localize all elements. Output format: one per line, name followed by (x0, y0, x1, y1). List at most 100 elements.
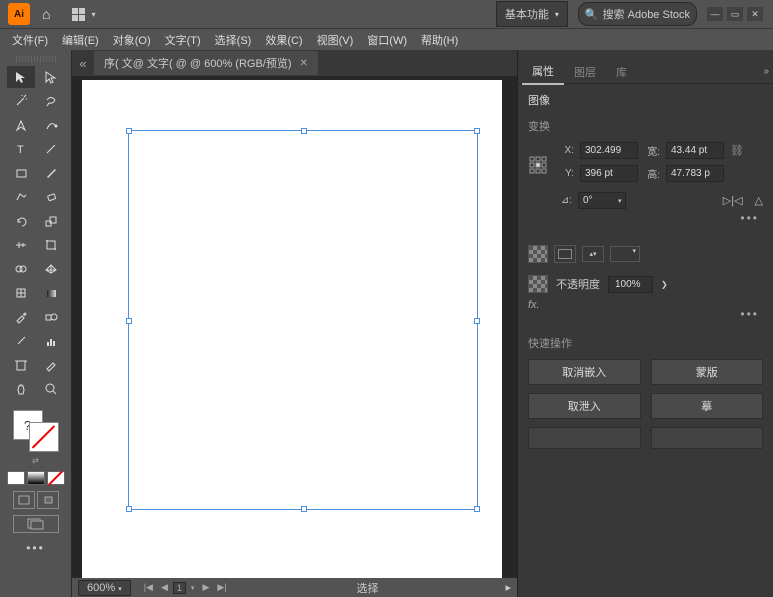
draw-normal-icon[interactable] (13, 491, 35, 509)
scale-tool[interactable] (37, 210, 65, 232)
link-icon[interactable]: ⛓ (730, 144, 744, 157)
home-icon[interactable]: ⌂ (42, 6, 50, 22)
swatch-none[interactable] (47, 471, 65, 485)
perspective-tool[interactable] (37, 258, 65, 280)
blend-tool[interactable] (37, 306, 65, 328)
fill-swatch[interactable] (528, 245, 548, 263)
reference-point-icon[interactable] (528, 155, 548, 175)
stroke-swatch[interactable] (554, 245, 576, 263)
rotate-tool[interactable] (7, 210, 35, 232)
swap-colors-icon[interactable]: ⇄ (32, 456, 39, 465)
qbtn6[interactable] (651, 427, 764, 449)
maximize-button[interactable]: ▭ (727, 7, 743, 21)
x-input[interactable] (580, 142, 638, 159)
next-icon[interactable]: ▶ (199, 582, 212, 593)
draw-behind-icon[interactable] (37, 491, 59, 509)
qbtn5[interactable] (528, 427, 641, 449)
flip-h-icon[interactable]: ▷|◁ (723, 194, 743, 207)
mesh-tool[interactable] (7, 282, 35, 304)
menu-help[interactable]: 帮助(H) (415, 30, 464, 50)
stroke-weight-stepper[interactable]: ▴▾ (582, 246, 604, 262)
last-icon[interactable]: ▶| (214, 582, 229, 593)
close-tab-icon[interactable]: ✕ (300, 58, 308, 69)
minimize-button[interactable]: — (707, 7, 723, 21)
zoom-tool[interactable] (37, 378, 65, 400)
artboard-number[interactable]: 1 (173, 582, 186, 594)
artboard-nav[interactable]: |◀ ◀ 1 ▾ ▶ ▶| (141, 582, 230, 594)
curvature-tool[interactable] (37, 114, 65, 136)
rectangle-tool[interactable] (7, 162, 35, 184)
flip-v-icon[interactable]: △ (755, 194, 763, 207)
status-menu-icon[interactable]: ▸ (505, 581, 511, 594)
direct-selection-tool[interactable] (37, 66, 65, 88)
slice-tool[interactable] (37, 354, 65, 376)
type-tool[interactable]: T (7, 138, 35, 160)
selection-box[interactable] (128, 130, 478, 510)
transform-section: 变换 X: 宽: ⛓ Y: 高 (528, 118, 763, 225)
symbol-sprayer-tool[interactable] (7, 330, 35, 352)
app-logo: Ai (8, 3, 30, 25)
search-stock[interactable]: 🔍 搜索 Adobe Stock (578, 2, 697, 26)
swatch-color[interactable] (7, 471, 25, 485)
lasso-tool[interactable] (37, 90, 65, 112)
menu-window[interactable]: 窗口(W) (361, 30, 413, 50)
stroke-style-select[interactable]: ▾ (610, 246, 640, 262)
menu-edit[interactable]: 编辑(E) (56, 30, 105, 50)
menu-type[interactable]: 文字(T) (159, 30, 207, 50)
stroke-color[interactable] (29, 422, 59, 452)
eyedropper-tool[interactable] (7, 306, 35, 328)
menu-effect[interactable]: 效果(C) (259, 30, 308, 50)
expand-panel-icon[interactable]: » (763, 66, 769, 77)
zoom-level[interactable]: 600% ▾ (78, 580, 131, 596)
pen-tool[interactable] (7, 114, 35, 136)
gradient-tool[interactable] (37, 282, 65, 304)
shaper-tool[interactable] (7, 186, 35, 208)
screen-mode-icon[interactable] (13, 515, 59, 533)
tab-layers[interactable]: 图层 (564, 60, 606, 84)
tools-options-icon[interactable]: ••• (26, 541, 45, 555)
height-input[interactable] (666, 165, 724, 182)
artboard-tool[interactable] (7, 354, 35, 376)
menu-select[interactable]: 选择(S) (209, 30, 258, 50)
menu-view[interactable]: 视图(V) (311, 30, 360, 50)
workspace-switcher[interactable]: 基本功能▾ (496, 1, 568, 27)
collapse-tools-icon[interactable]: « (72, 56, 94, 71)
column-graph-tool[interactable] (37, 330, 65, 352)
appearance-section: ▴▾ ▾ 不透明度 ❯ fx. ••• (528, 239, 763, 321)
opacity-swatch[interactable] (528, 275, 548, 293)
y-input[interactable] (580, 165, 638, 182)
free-transform-tool[interactable] (37, 234, 65, 256)
fill-stroke-colors[interactable]: ? (11, 408, 61, 454)
mask-button[interactable]: 蒙版 (651, 359, 764, 385)
qbtn4[interactable]: 摹 (651, 393, 764, 419)
selection-tool[interactable] (7, 66, 35, 88)
line-tool[interactable] (37, 138, 65, 160)
qbtn3[interactable]: 取泄入 (528, 393, 641, 419)
unembed-button[interactable]: 取消嵌入 (528, 359, 641, 385)
paintbrush-tool[interactable] (37, 162, 65, 184)
close-button[interactable]: ✕ (747, 7, 763, 21)
shape-builder-tool[interactable] (7, 258, 35, 280)
width-input[interactable] (666, 142, 724, 159)
menu-object[interactable]: 对象(O) (107, 30, 157, 50)
tab-libraries[interactable]: 库 (606, 60, 637, 84)
swatch-gradient[interactable] (27, 471, 45, 485)
appearance-more-icon[interactable]: ••• (528, 307, 763, 321)
hand-tool[interactable] (7, 378, 35, 400)
menu-file[interactable]: 文件(F) (6, 30, 54, 50)
transform-more-icon[interactable]: ••• (528, 211, 763, 225)
tab-properties[interactable]: 属性 (522, 59, 564, 85)
magic-wand-tool[interactable] (7, 90, 35, 112)
arrange-docs-icon[interactable]: ▾ (72, 8, 95, 21)
panel-handle[interactable] (16, 56, 56, 62)
document-tab[interactable]: 序( 文@ 文字( @ @ 600% (RGB/预览) ✕ (94, 51, 318, 75)
status-bar: 600% ▾ |◀ ◀ 1 ▾ ▶ ▶| 选择 ▸ (72, 577, 517, 597)
title-bar: Ai ⌂ ▾ 基本功能▾ 🔍 搜索 Adobe Stock — ▭ ✕ (0, 0, 773, 28)
prev-icon[interactable]: ◀ (158, 582, 171, 593)
eraser-tool[interactable] (37, 186, 65, 208)
opacity-arrow-icon[interactable]: ❯ (661, 280, 668, 289)
canvas-area[interactable] (72, 76, 517, 577)
opacity-input[interactable] (608, 276, 653, 293)
width-tool[interactable] (7, 234, 35, 256)
first-icon[interactable]: |◀ (141, 582, 156, 593)
